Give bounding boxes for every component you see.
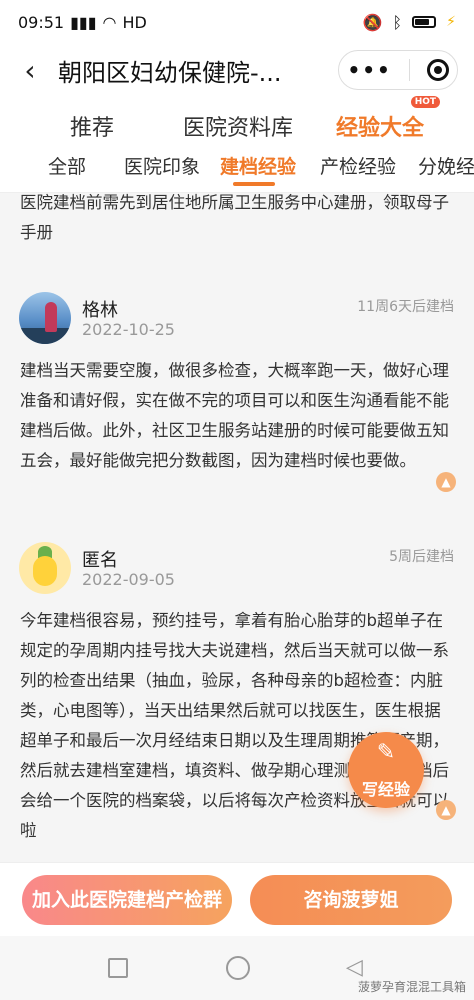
capsule-divider xyxy=(408,59,410,81)
subtab-registration[interactable]: 建档经验 xyxy=(220,152,296,179)
avatar[interactable] xyxy=(19,292,71,344)
bluetooth-icon: ᛒ xyxy=(392,12,403,32)
subtab-prenatal[interactable]: 产检经验 xyxy=(320,152,396,179)
write-experience-button[interactable]: ✎ 写经验 xyxy=(348,732,424,808)
registration-week: 5周后建档 xyxy=(389,549,454,565)
list-item: 格林 2022-10-25 11周6天后建档 建档当天需要空腹，做很多检查，大概… xyxy=(0,292,474,492)
tab-hospital-library[interactable]: 医院资料库 xyxy=(183,110,293,142)
signal-icon: ▮▮▮ xyxy=(70,12,97,32)
status-time: 09:51 xyxy=(18,12,65,32)
active-tab-underline xyxy=(233,182,275,186)
post-date: 2022-09-05 xyxy=(82,570,175,589)
status-bar: 09:51 ▮▮▮ ◠ HD 🔕 ᛒ ⚡ xyxy=(0,0,474,44)
registration-week: 11周6天后建档 xyxy=(357,299,454,315)
battery-icon xyxy=(412,16,437,28)
hot-badge: HOT xyxy=(410,96,441,108)
wifi-icon: ◠ xyxy=(102,12,117,32)
chevron-up-icon[interactable]: ▲ xyxy=(436,800,456,820)
more-button[interactable]: ••• xyxy=(347,58,391,82)
avatar-figure xyxy=(45,302,57,332)
write-experience-label: 写经验 xyxy=(361,780,410,799)
avatar-pineapple xyxy=(33,556,57,586)
post-text: 建档当天需要空腹，做很多检查，大概率跑一天，做好心理准备和请好假，实在做不完的项… xyxy=(20,361,449,470)
watermark: 菠萝孕育混混工具箱 xyxy=(357,980,466,994)
page-title: 朝阳区妇幼保健院-... xyxy=(58,58,282,87)
tab-recommend[interactable]: 推荐 xyxy=(70,110,114,142)
subtab-impression[interactable]: 医院印象 xyxy=(124,152,200,179)
avatar[interactable] xyxy=(19,542,71,594)
post-date: 2022-10-25 xyxy=(82,320,175,339)
tab-experience[interactable]: 经验大全 HOT xyxy=(336,96,441,142)
sub-tabs: 全部 医院印象 建档经验 产检经验 分娩经 xyxy=(0,144,474,193)
network-label: HD xyxy=(122,12,147,32)
mini-program-capsule: ••• xyxy=(338,50,458,90)
subtab-all[interactable]: 全部 xyxy=(48,152,86,179)
intro-text: 医院建档前需先到居住地所属卫生服务中心建册，领取母子手册 xyxy=(20,193,449,242)
chevron-up-icon[interactable]: ▲ xyxy=(436,472,456,492)
tab-experience-label: 经验大全 xyxy=(336,116,425,141)
close-miniprogram-button[interactable] xyxy=(426,59,449,81)
back-button[interactable]: ‹ xyxy=(12,54,48,87)
chevron-left-icon: ‹ xyxy=(24,53,36,87)
recent-apps-icon[interactable] xyxy=(108,958,128,978)
post-text: 今年建档很容易，预约挂号，拿着有胎心胎芽的b超单子在规定的孕周期内挂号找大夫说建… xyxy=(20,611,449,840)
pencil-icon: ✎ xyxy=(376,740,396,765)
mute-icon: 🔕 xyxy=(362,12,383,32)
back-nav-icon[interactable]: ◁ xyxy=(346,955,363,980)
user-name: 匿名 xyxy=(82,550,118,571)
subtab-delivery[interactable]: 分娩经 xyxy=(418,152,474,179)
join-group-button[interactable]: 加入此医院建档产检群 xyxy=(22,875,232,925)
consult-button[interactable]: 咨询菠萝姐 xyxy=(250,875,452,925)
user-name: 格林 xyxy=(82,300,118,321)
main-tabs: 推荐 医院资料库 经验大全 HOT xyxy=(0,96,474,144)
nav-bar: ‹ 朝阳区妇幼保健院-... ••• xyxy=(0,44,474,96)
home-icon[interactable] xyxy=(226,956,250,980)
bottom-action-bar: 加入此医院建档产检群 咨询菠萝姐 xyxy=(0,862,474,937)
charging-icon: ⚡ xyxy=(446,14,456,30)
